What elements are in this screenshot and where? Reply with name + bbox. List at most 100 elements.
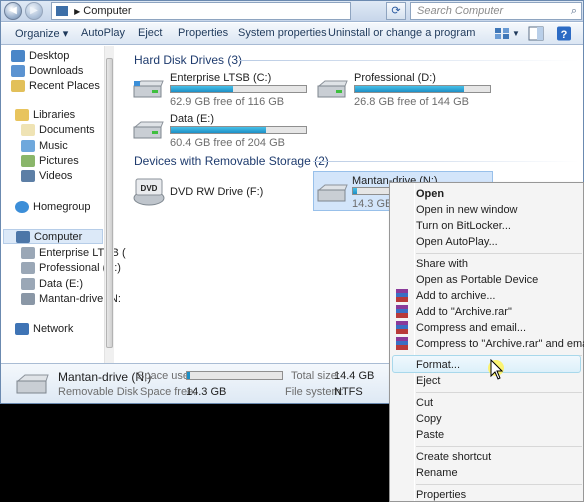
- sidebar-item-label: Homegroup: [33, 200, 91, 213]
- sidebar-item-label: Libraries: [33, 108, 76, 121]
- network-icon: [15, 322, 29, 335]
- sidebar-item-music[interactable]: Music: [21, 138, 68, 153]
- sidebar-item-recent-places[interactable]: Recent Places: [11, 78, 100, 93]
- menu-item-properties[interactable]: Properties: [416, 489, 466, 501]
- recent-places-icon: [11, 79, 25, 92]
- drive-icon: [21, 277, 35, 290]
- menu-item-bitlocker[interactable]: Turn on BitLocker...: [416, 220, 511, 232]
- refresh-icon: ⟳: [391, 5, 401, 17]
- organize-button[interactable]: Organize ▾: [15, 27, 68, 40]
- hdd-group-heading[interactable]: Hard Disk Drives (3): [134, 53, 242, 67]
- winrar-icon: [396, 289, 408, 302]
- navigation-scrollbar[interactable]: [104, 46, 114, 363]
- sidebar-item-pictures[interactable]: Pictures: [21, 153, 79, 168]
- menu-item-compress-email[interactable]: Compress and email...: [416, 322, 526, 334]
- menu-item-add-to-archive[interactable]: Add to archive...: [416, 290, 496, 302]
- drive-name: Data (E:): [170, 113, 215, 125]
- scrollbar-thumb[interactable]: [106, 58, 113, 348]
- menu-separator: [416, 253, 582, 254]
- autoplay-button[interactable]: AutoPlay: [81, 27, 125, 39]
- menu-item-eject[interactable]: Eject: [416, 375, 440, 387]
- view-options-icon[interactable]: [494, 26, 510, 41]
- hard-drive-icon: [133, 121, 164, 139]
- menu-separator: [416, 392, 582, 393]
- drive-free-space: 60.4 GB free of 204 GB: [170, 137, 285, 149]
- removable-group-heading[interactable]: Devices with Removable Storage (2): [134, 154, 329, 168]
- drive-c[interactable]: Enterprise LTSB (C:) 62.9 GB free of 116…: [132, 72, 312, 108]
- downloads-icon: [11, 64, 25, 77]
- svg-text:?: ?: [561, 29, 568, 41]
- menu-item-paste[interactable]: Paste: [416, 429, 444, 441]
- drive-name: DVD RW Drive (F:): [170, 186, 264, 198]
- drive-usage-bar: [354, 85, 491, 93]
- drive-e[interactable]: Data (E:) 60.4 GB free of 204 GB: [132, 113, 312, 149]
- sidebar-item-label: Videos: [39, 169, 73, 182]
- view-dropdown-icon[interactable]: ▼: [512, 29, 520, 38]
- homegroup-icon: [15, 200, 29, 213]
- sidebar-item-label: Recent Places: [29, 79, 100, 92]
- drive-icon: [21, 261, 35, 274]
- svg-text:DVD: DVD: [141, 184, 158, 193]
- menu-item-copy[interactable]: Copy: [416, 413, 442, 425]
- sidebar-item-videos[interactable]: Videos: [21, 168, 72, 183]
- dvd-drive[interactable]: DVD DVD RW Drive (F:): [132, 176, 282, 212]
- drive-name: Professional (D:): [354, 72, 436, 84]
- forward-button[interactable]: ▶: [25, 2, 43, 20]
- help-icon[interactable]: ?: [556, 26, 572, 41]
- breadcrumb-arrow[interactable]: ▶: [74, 7, 80, 16]
- sidebar-item-homegroup[interactable]: Homegroup: [15, 199, 90, 214]
- back-button[interactable]: ◀: [4, 2, 22, 20]
- sidebar-item-libraries[interactable]: Libraries: [15, 107, 75, 122]
- sidebar-item-downloads[interactable]: Downloads: [11, 63, 83, 78]
- sidebar-item-label: Desktop: [29, 49, 70, 62]
- file-system-value: NTFS: [334, 386, 363, 398]
- winrar-icon: [396, 305, 408, 318]
- drive-free-space: 26.8 GB free of 144 GB: [354, 96, 469, 108]
- total-size-value: 14.4 GB: [334, 370, 375, 382]
- computer-icon: [16, 230, 30, 243]
- menu-item-autoplay[interactable]: Open AutoPlay...: [416, 236, 498, 248]
- sidebar-item-network[interactable]: Network: [15, 321, 73, 336]
- search-icon: ⌕: [570, 5, 577, 17]
- desktop-icon: [11, 49, 25, 62]
- sidebar-item-desktop[interactable]: Desktop: [11, 48, 69, 63]
- preview-pane-icon[interactable]: [528, 26, 544, 41]
- menu-separator: [416, 484, 582, 485]
- sidebar-item-drive-e[interactable]: Data (E:): [21, 276, 83, 291]
- address-row: ◀ ▶ ▶ Computer ⟳ Search Computer ⌕: [1, 1, 583, 22]
- search-placeholder: Search Computer: [417, 5, 504, 17]
- drive-free-space: 62.9 GB free of 116 GB: [170, 96, 285, 108]
- refresh-button[interactable]: ⟳: [386, 2, 406, 20]
- menu-item-create-shortcut[interactable]: Create shortcut: [416, 451, 491, 463]
- sidebar-item-computer[interactable]: Computer: [3, 229, 103, 244]
- sidebar-item-label: Downloads: [29, 64, 84, 77]
- properties-button[interactable]: Properties: [178, 27, 228, 39]
- mouse-cursor-icon: [488, 359, 504, 380]
- menu-item-open-portable[interactable]: Open as Portable Device: [416, 274, 538, 286]
- breadcrumb-computer[interactable]: Computer: [83, 5, 131, 17]
- uninstall-button[interactable]: Uninstall or change a program: [328, 27, 475, 39]
- pictures-icon: [21, 154, 35, 167]
- space-used-bar: [186, 371, 283, 380]
- search-input[interactable]: Search Computer ⌕: [410, 2, 582, 20]
- winrar-icon: [396, 321, 408, 334]
- system-properties-button[interactable]: System properties: [238, 27, 327, 39]
- menu-item-compress-rar-email[interactable]: Compress to "Archive.rar" and email: [416, 338, 584, 350]
- menu-item-add-to-rar[interactable]: Add to "Archive.rar": [416, 306, 512, 318]
- sidebar-item-label: Network: [33, 322, 74, 335]
- address-bar[interactable]: ▶ Computer: [51, 2, 351, 20]
- menu-item-open-new-window[interactable]: Open in new window: [416, 204, 518, 216]
- usb-drive-icon: [21, 292, 35, 305]
- navigation-pane: Desktop Downloads Recent Places Librarie…: [1, 46, 126, 363]
- menu-item-share-with[interactable]: Share with: [416, 258, 468, 270]
- drive-icon: [21, 246, 35, 259]
- menu-item-rename[interactable]: Rename: [416, 467, 458, 479]
- menu-item-open[interactable]: Open: [416, 188, 444, 200]
- drive-name: Enterprise LTSB (C:): [170, 72, 272, 84]
- drive-d[interactable]: Professional (D:) 26.8 GB free of 144 GB: [316, 72, 496, 108]
- menu-item-format[interactable]: Format...: [416, 359, 460, 371]
- sidebar-item-label: Documents: [39, 123, 95, 136]
- sidebar-item-documents[interactable]: Documents: [21, 122, 95, 137]
- eject-button[interactable]: Eject: [138, 27, 162, 39]
- menu-item-cut[interactable]: Cut: [416, 397, 433, 409]
